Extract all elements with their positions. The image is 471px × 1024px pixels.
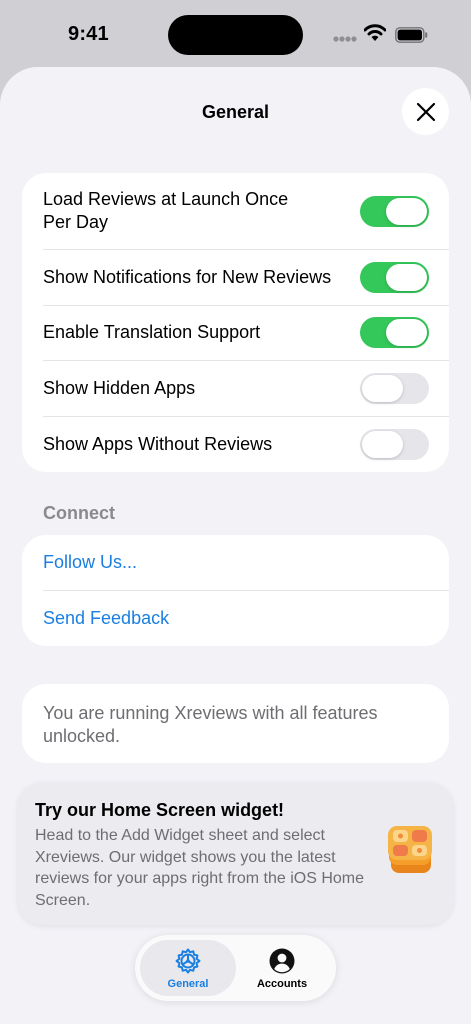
toggle-label: Load Reviews at Launch Once Per Day [43, 189, 289, 232]
toggle-switch[interactable] [360, 428, 429, 460]
link-label: Follow Us... [43, 552, 138, 572]
widget-promo-title: Try our Home Screen widget! [35, 800, 285, 820]
toggle-row-notifications: Show Notifications for New Reviews [22, 249, 449, 305]
toggle-knob [386, 197, 427, 225]
close-icon [416, 102, 435, 121]
tab-bar: General Accounts [135, 935, 336, 1001]
tab-label: General [167, 978, 209, 990]
tab-accounts[interactable]: Accounts [234, 940, 330, 996]
toggle-switch[interactable] [360, 261, 429, 293]
toggle-knob [362, 374, 403, 402]
status-bar: 9:41 [0, 0, 471, 66]
toggle-row-translation: Enable Translation Support [22, 305, 449, 360]
dynamic-island [168, 15, 303, 55]
connect-group: Follow Us... Send Feedback [22, 535, 449, 646]
toggle-switch[interactable] [360, 317, 429, 348]
toggle-row-apps-without-reviews: Show Apps Without Reviews [22, 416, 449, 472]
section-header-connect: Connect [43, 503, 115, 523]
widget-stack-icon [388, 826, 432, 873]
toggle-knob [386, 319, 427, 346]
send-feedback-link[interactable]: Send Feedback [22, 590, 449, 646]
tab-general[interactable]: General [140, 940, 236, 996]
toggle-row-load-reviews: Load Reviews at Launch Once Per Day [22, 173, 449, 249]
status-time: 9:41 [68, 23, 109, 45]
widget-promo-description: Head to the Add Widget sheet and select … [35, 827, 365, 909]
toggle-label: Enable Translation Support [43, 322, 261, 342]
toggle-switch[interactable] [360, 372, 429, 404]
preferences-group: Load Reviews at Launch Once Per Day Show… [22, 173, 449, 472]
widget-promo-card[interactable]: Try our Home Screen widget! Head to the … [18, 783, 453, 925]
unlock-status-text: You are running Xreviews with all featur… [43, 703, 378, 746]
unlock-status-group: You are running Xreviews with all featur… [22, 684, 449, 763]
toggle-switch[interactable] [360, 195, 429, 227]
gear-icon [175, 948, 201, 974]
person-circle-icon [269, 948, 295, 974]
link-label: Send Feedback [43, 607, 170, 628]
sheet-title: General [201, 102, 270, 122]
close-button[interactable] [402, 88, 449, 135]
toggle-label: Show Notifications for New Reviews [43, 266, 332, 287]
battery-icon [395, 27, 428, 43]
tab-label: Accounts [256, 978, 308, 990]
cellular-signal-icon [333, 36, 357, 42]
follow-us-link[interactable]: Follow Us... [22, 535, 449, 590]
toggle-label: Show Apps Without Reviews [43, 433, 273, 454]
toggle-knob [362, 430, 403, 458]
wifi-icon [364, 24, 386, 41]
toggle-row-hidden-apps: Show Hidden Apps [22, 360, 449, 416]
settings-sheet: General Load Reviews at Launch Once Per … [0, 67, 471, 1024]
toggle-label: Show Hidden Apps [43, 377, 196, 398]
toggle-knob [386, 263, 427, 291]
